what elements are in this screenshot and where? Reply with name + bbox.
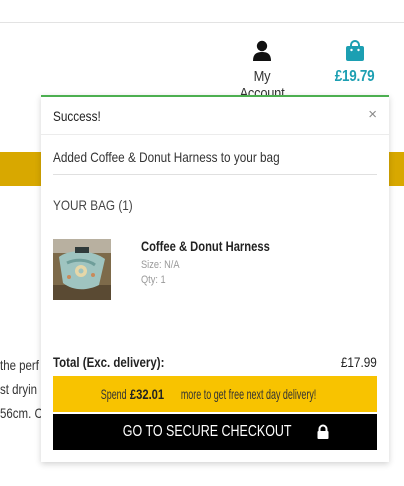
product-image[interactable] [53, 239, 111, 300]
promo-amount: £32.01 [129, 386, 164, 402]
success-title: Success! [53, 108, 101, 124]
lock-icon [317, 424, 329, 439]
free-delivery-promo: Spend £32.01 more to get free next day d… [53, 376, 377, 412]
bag-link[interactable]: £19.79 [330, 40, 380, 86]
checkout-button[interactable]: GO TO SECURE CHECKOUT [53, 414, 377, 450]
background-text-line: 56cm. C [0, 405, 43, 421]
background-text-line: the perf [0, 357, 39, 373]
total-value: £17.99 [341, 354, 377, 370]
checkout-label: GO TO SECURE CHECKOUT [122, 423, 292, 440]
total-label: Total (Exc. delivery): [53, 354, 165, 370]
success-header: Success! × [41, 97, 389, 135]
added-message: Added Coffee & Donut Harness to your bag [53, 149, 280, 165]
product-qty: Qty: 1 [141, 274, 166, 286]
bag-heading: YOUR BAG (1) [53, 197, 133, 213]
my-account-link[interactable]: My Account [226, 40, 298, 103]
shopping-bag-icon [346, 40, 364, 61]
bag-total: £19.79 [335, 68, 375, 85]
product-size: Size: N/A [141, 259, 180, 271]
background-text-line: st dryin [0, 381, 38, 397]
header-divider [0, 22, 404, 23]
total-row: Total (Exc. delivery): £17.99 [53, 354, 377, 374]
bag-item: Coffee & Donut Harness Size: N/A Qty: 1 [141, 238, 302, 286]
close-icon[interactable]: × [368, 106, 377, 123]
product-name[interactable]: Coffee & Donut Harness [141, 238, 270, 254]
user-icon [253, 40, 271, 61]
promo-suffix: more to get free next day delivery! [180, 386, 317, 402]
promo-text: Spend £32.01 more to get free next day d… [97, 376, 333, 412]
mini-bag-dropdown: Success! × Added Coffee & Donut Harness … [41, 95, 389, 462]
added-message-row: Added Coffee & Donut Harness to your bag [53, 149, 377, 175]
promo-prefix: Spend [100, 386, 127, 402]
